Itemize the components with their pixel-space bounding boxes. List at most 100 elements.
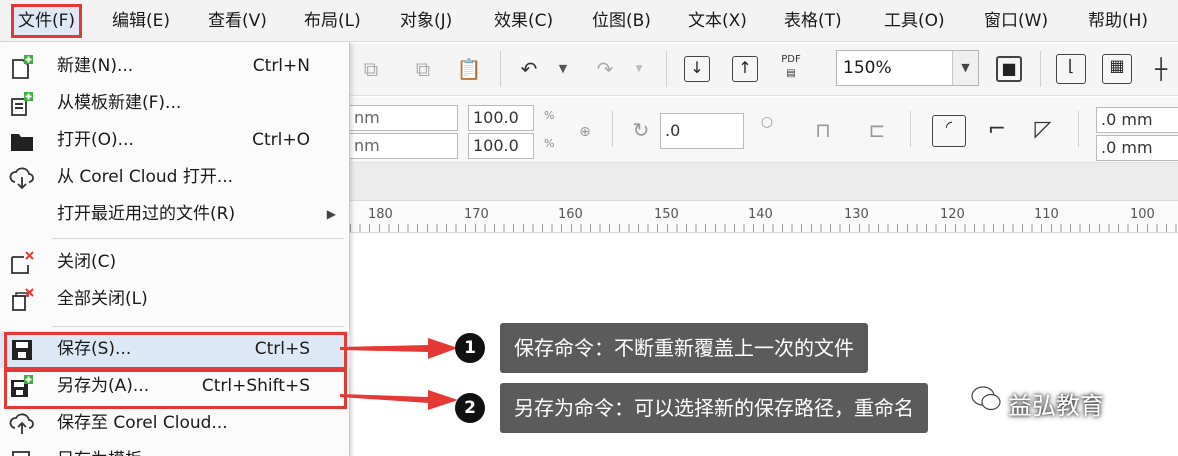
menu-bitmap[interactable]: 位图(B): [588, 7, 655, 35]
menu-divider: [52, 238, 344, 239]
horizontal-ruler[interactable]: 180 170 160 150 140 130 120 110 100: [350, 200, 1178, 233]
menu-item-open[interactable]: 打开(O)... Ctrl+O: [0, 122, 350, 159]
copy-icon[interactable]: ⧉: [358, 56, 384, 82]
mirror-horizontal-icon[interactable]: ⊓: [810, 117, 836, 143]
menu-item-label: 全部关闭(L): [57, 289, 148, 309]
chamfered-corner-icon[interactable]: ◸: [1030, 117, 1056, 143]
menu-text[interactable]: 文本(X): [684, 7, 751, 35]
show-guidelines-icon[interactable]: ┼: [1148, 56, 1174, 82]
menu-effects[interactable]: 效果(C): [490, 7, 557, 35]
ruler-label: 160: [558, 207, 583, 222]
round-corner-icon[interactable]: ◜: [932, 115, 966, 147]
cloud-upload-icon: [9, 413, 34, 434]
chevron-down-icon[interactable]: ▼: [952, 51, 978, 85]
menu-item-shortcut: Ctrl+N: [252, 56, 310, 76]
menu-item-open-from-cloud[interactable]: 从 Corel Cloud 打开...: [0, 159, 350, 196]
menu-item-new[interactable]: 新建(N)... Ctrl+N: [0, 48, 350, 85]
menu-table[interactable]: 表格(T): [780, 7, 846, 35]
menu-item-save-as[interactable]: 另存为(A)... Ctrl+Shift+S: [0, 368, 350, 405]
menu-item-new-from-template[interactable]: 从模板新建(F)...: [0, 85, 350, 122]
ruler-label: 100: [1130, 207, 1155, 222]
menu-layout[interactable]: 布局(L): [300, 7, 365, 35]
menu-help[interactable]: 帮助(H): [1084, 7, 1152, 35]
rotation-angle-field[interactable]: .0: [660, 113, 744, 149]
menu-item-label: 从模板新建(F)...: [57, 93, 182, 113]
menu-item-label: 打开最近用过的文件(R): [57, 204, 236, 224]
standard-toolbar: ⧉ ⧉ 📋 ↶ ▼ ↷ ▼ ↓ ↑ PDF ▤ 150% ▼ ■ ⌊ ▦ ┼: [350, 43, 1178, 96]
menu-tools[interactable]: 工具(O): [880, 7, 949, 35]
pdf-label: PDF: [781, 54, 801, 65]
degree-icon: ○: [760, 114, 774, 130]
menu-item-close-all[interactable]: 全部关闭(L): [0, 281, 350, 318]
menu-item-save-as-template[interactable]: 另存为模板...: [0, 442, 350, 456]
menu-item-label: 打开(O)...: [57, 130, 134, 150]
toolbar-divider: [500, 51, 501, 87]
redo-dropdown-icon[interactable]: ▼: [626, 56, 652, 82]
publish-pdf-icon[interactable]: PDF ▤: [778, 53, 804, 79]
export-icon[interactable]: ↑: [732, 56, 758, 82]
percent-unit-x: %: [544, 109, 555, 122]
arrow-1: [340, 338, 458, 359]
zoom-level-combobox[interactable]: 150% ▼: [836, 50, 979, 86]
lock-ratio-icon[interactable]: ⊕: [572, 119, 598, 145]
undo-dropdown-icon[interactable]: ▼: [550, 56, 576, 82]
menu-item-save[interactable]: 保存(S)... Ctrl+S: [0, 331, 350, 368]
pdf-doc-icon: ▤: [786, 68, 796, 79]
object-height-field[interactable]: nm: [350, 133, 458, 159]
toolbar-divider: [1040, 51, 1041, 87]
close-all-icon: [12, 288, 34, 311]
menu-item-label: 从 Corel Cloud 打开...: [57, 167, 234, 187]
chevron-right-icon: ▶: [326, 207, 336, 221]
menu-file[interactable]: 文件(F): [10, 4, 83, 38]
property-bar: nm nm 100.0 100.0 % % ⊕ ↻ .0 ○ ⊓ ⊏ ◜ ⌐ ◸…: [350, 97, 1178, 163]
menu-item-shortcut: Ctrl+Shift+S: [201, 376, 310, 396]
undo-icon[interactable]: ↶: [516, 56, 542, 82]
toolbar-divider: [1078, 111, 1079, 147]
menu-item-close[interactable]: 关闭(C): [0, 244, 350, 281]
menu-item-save-to-cloud[interactable]: 保存至 Corel Cloud...: [0, 405, 350, 442]
menu-window[interactable]: 窗口(W): [980, 7, 1052, 35]
show-rulers-icon[interactable]: ⌊: [1056, 54, 1086, 84]
new-from-template-icon: [11, 92, 33, 116]
watermark-text: 益弘教育: [1008, 392, 1104, 420]
menu-view[interactable]: 查看(V): [204, 7, 271, 35]
ruler-label: 120: [940, 207, 965, 222]
menu-item-shortcut: Ctrl+S: [254, 339, 310, 359]
scale-x-field[interactable]: 100.0: [468, 105, 534, 131]
folder-open-icon: [11, 134, 33, 151]
document-tab-area: [350, 163, 1178, 200]
toolbar-divider: [666, 51, 667, 87]
callout-save: 保存命令：不断重新覆盖上一次的文件: [500, 323, 868, 373]
menu-edit[interactable]: 编辑(E): [108, 7, 174, 35]
menu-object[interactable]: 对象(J): [396, 7, 456, 35]
scalloped-corner-icon[interactable]: ⌐: [984, 117, 1010, 143]
corner-radius-bottom-field[interactable]: .0 mm: [1096, 135, 1178, 161]
ruler-ticks: [350, 224, 1178, 232]
full-screen-preview-icon[interactable]: ■: [996, 56, 1022, 82]
show-grid-icon[interactable]: ▦: [1102, 54, 1132, 84]
save-icon: [12, 340, 32, 360]
callout-badge-1: 1: [455, 333, 485, 363]
mirror-vertical-icon[interactable]: ⊏: [864, 117, 890, 143]
toolbar-divider: [612, 111, 613, 147]
ruler-label: 150: [654, 207, 679, 222]
zoom-level-value: 150%: [843, 58, 892, 78]
menu-item-open-recent[interactable]: 打开最近用过的文件(R) ▶: [0, 196, 350, 233]
corner-radius-top-field[interactable]: .0 mm: [1096, 107, 1178, 133]
ruler-label: 140: [748, 207, 773, 222]
redo-icon[interactable]: ↷: [592, 56, 618, 82]
annotation-arrows: [340, 338, 458, 410]
rotate-icon[interactable]: ↻: [628, 117, 654, 143]
new-document-icon: [12, 55, 33, 79]
object-width-field[interactable]: nm: [350, 105, 458, 131]
paste-icon[interactable]: 📋: [456, 56, 482, 82]
import-icon[interactable]: ↓: [684, 56, 710, 82]
arrow-2: [340, 390, 458, 410]
ruler-label: 180: [368, 207, 393, 222]
menu-divider: [52, 326, 344, 327]
duplicate-icon[interactable]: ⧉: [410, 56, 436, 82]
toolbar-divider: [910, 111, 911, 147]
file-menu-dropdown: 新建(N)... Ctrl+N 从模板新建(F)... 打开(O)... Ctr…: [0, 42, 350, 456]
menu-item-label: 保存至 Corel Cloud...: [57, 413, 228, 433]
scale-y-field[interactable]: 100.0: [468, 133, 534, 159]
